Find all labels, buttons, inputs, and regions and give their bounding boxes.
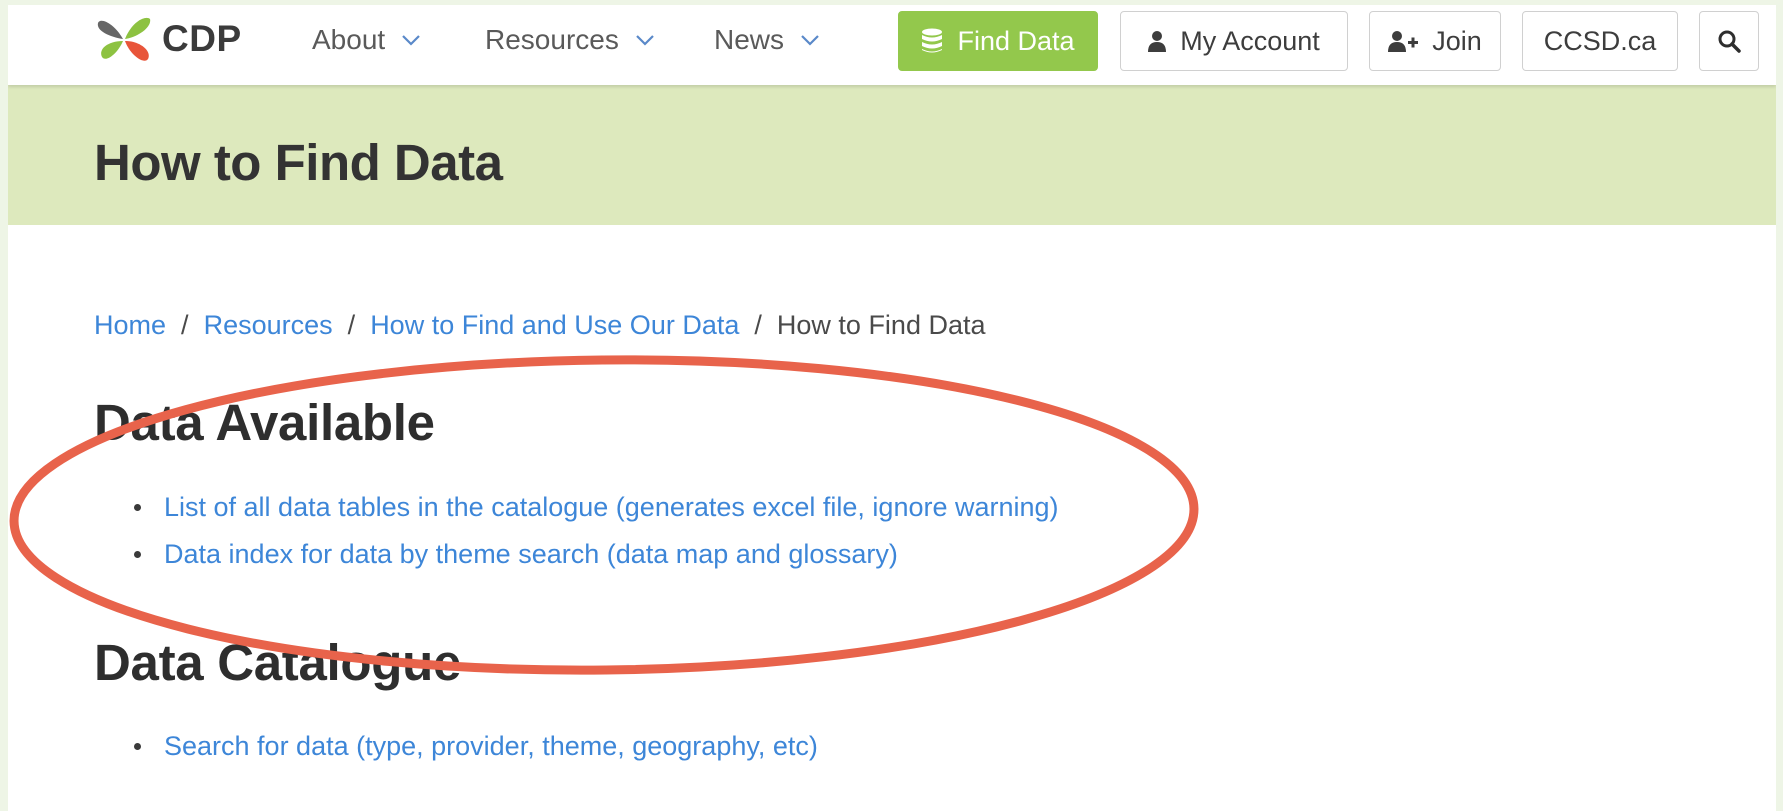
- chevron-down-icon: [636, 35, 654, 46]
- search-button[interactable]: [1699, 11, 1759, 71]
- find-data-label: Find Data: [957, 25, 1075, 56]
- search-icon: [1718, 30, 1741, 53]
- nav-news[interactable]: News: [714, 23, 820, 57]
- breadcrumb-separator: /: [173, 310, 197, 340]
- link-all-data-tables[interactable]: List of all data tables in the catalogue…: [164, 492, 1059, 522]
- nav-about-label: About: [312, 24, 386, 55]
- nav-resources-label: Resources: [485, 24, 619, 55]
- chevron-down-icon: [801, 35, 819, 46]
- link-search-for-data[interactable]: Search for data (type, provider, theme, …: [164, 731, 818, 761]
- chevron-down-icon: [402, 35, 420, 46]
- user-icon: [1148, 30, 1167, 52]
- section-heading-data-catalogue: Data Catalogue: [94, 634, 462, 691]
- page: CDP About Resources News Find Data My Ac…: [8, 5, 1776, 811]
- join-button[interactable]: Join: [1369, 11, 1501, 71]
- page-title: How to Find Data: [94, 134, 503, 191]
- butterfly-leaf-logo-icon: [97, 17, 151, 61]
- my-account-button[interactable]: My Account: [1120, 11, 1348, 71]
- breadcrumb-separator: /: [340, 310, 363, 340]
- section-heading-data-available: Data Available: [94, 394, 435, 451]
- list-item: Data index for data by theme search (dat…: [94, 531, 1059, 578]
- user-plus-icon: [1388, 30, 1419, 52]
- data-available-list: List of all data tables in the catalogue…: [94, 484, 1059, 578]
- breadcrumb-separator: /: [746, 310, 770, 340]
- ccsd-label: CCSD.ca: [1543, 25, 1657, 56]
- top-navigation: CDP About Resources News Find Data My Ac…: [8, 5, 1776, 85]
- find-data-button[interactable]: Find Data: [898, 11, 1098, 71]
- nav-resources[interactable]: Resources: [485, 23, 655, 57]
- link-data-index-by-theme[interactable]: Data index for data by theme search (dat…: [164, 539, 898, 569]
- nav-about[interactable]: About: [312, 23, 421, 57]
- list-item: List of all data tables in the catalogue…: [94, 484, 1059, 531]
- ccsd-link-button[interactable]: CCSD.ca: [1522, 11, 1678, 71]
- breadcrumb-how-to-find-and-use[interactable]: How to Find and Use Our Data: [370, 310, 739, 340]
- logo-text: CDP: [162, 18, 242, 59]
- my-account-label: My Account: [1180, 25, 1320, 56]
- breadcrumb-resources[interactable]: Resources: [204, 310, 333, 340]
- page-title-band: How to Find Data: [8, 85, 1776, 225]
- breadcrumb-current: How to Find Data: [776, 310, 986, 340]
- nav-news-label: News: [714, 24, 785, 55]
- site-logo[interactable]: CDP: [94, 13, 242, 65]
- breadcrumb-home[interactable]: Home: [94, 310, 166, 340]
- data-catalogue-list: Search for data (type, provider, theme, …: [94, 723, 818, 770]
- join-label: Join: [1432, 25, 1482, 56]
- breadcrumb: Home / Resources / How to Find and Use O…: [94, 310, 986, 341]
- database-icon: [921, 28, 943, 54]
- list-item: Search for data (type, provider, theme, …: [94, 723, 818, 770]
